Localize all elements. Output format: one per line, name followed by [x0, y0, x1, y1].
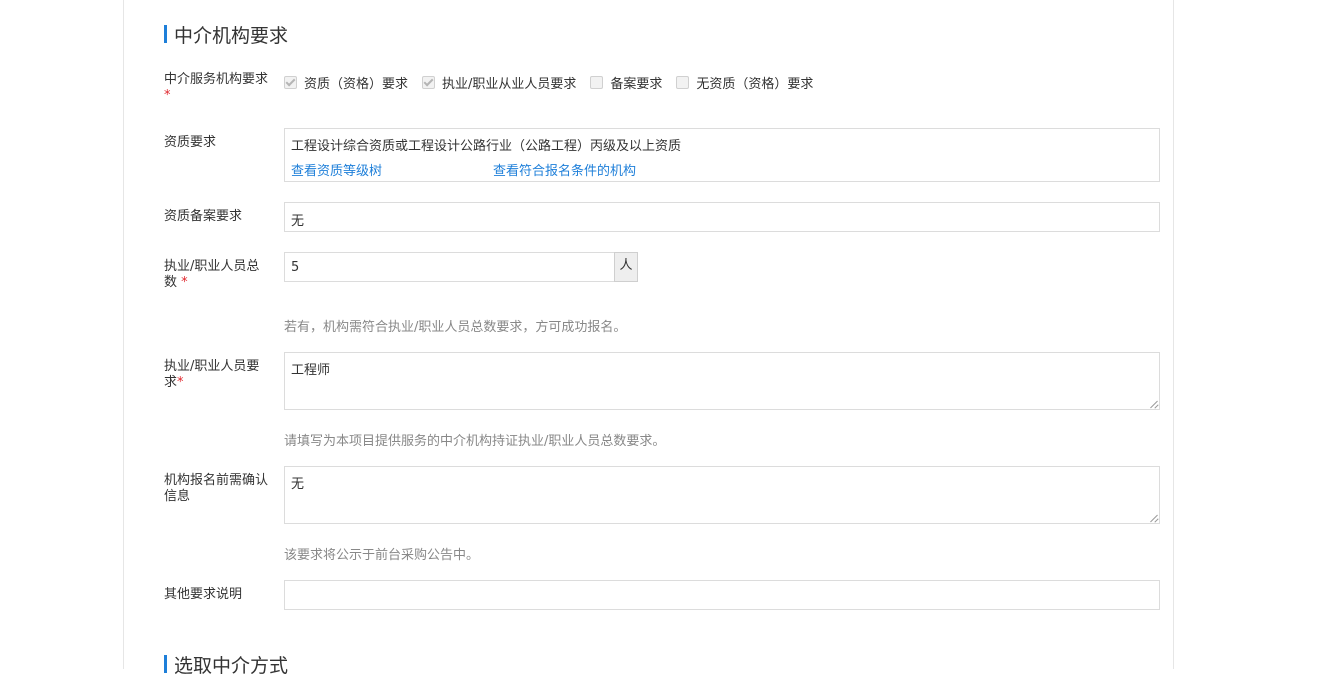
checkbox-qualification[interactable]: 资质（资格）要求	[284, 73, 408, 92]
staff-requirement-textarea[interactable]: 工程师	[284, 352, 1160, 410]
resize-handle-icon[interactable]	[1150, 400, 1158, 408]
qualification-label: 资质要求	[164, 135, 217, 150]
section-title-bar	[164, 25, 167, 43]
staff-requirement-hint: 请填写为本项目提供服务的中介机构持证执业/职业人员总数要求。	[284, 434, 666, 449]
section-title-text: 中介机构要求	[174, 24, 289, 47]
form-panel	[123, 0, 1174, 669]
staff-requirement-label: 执业/职业人员要求*	[164, 359, 260, 390]
view-eligible-orgs-link[interactable]: 查看符合报名条件的机构	[493, 160, 636, 179]
service-requirement-checkboxes: 资质（资格）要求 执业/职业从业人员要求 备案要求 无资质（资格）要求	[284, 73, 827, 92]
checkbox-unchecked-icon[interactable]	[676, 75, 690, 89]
checkbox-checked-icon[interactable]	[422, 75, 436, 89]
staff-requirement-value: 工程师	[291, 363, 331, 378]
required-mark: *	[181, 275, 188, 290]
staff-total-input[interactable]: 5	[284, 252, 615, 282]
section-title-bar	[164, 655, 167, 673]
filing-value: 无	[291, 214, 305, 229]
confirm-info-value: 无	[291, 477, 305, 492]
confirm-info-hint: 该要求将公示于前台采购公告中。	[284, 548, 480, 563]
required-mark: *	[164, 88, 171, 103]
checkbox-label: 资质（资格）要求	[304, 76, 409, 92]
checkbox-label: 备案要求	[610, 76, 663, 92]
checkbox-no-qualification[interactable]: 无资质（资格）要求	[676, 73, 813, 92]
other-input[interactable]	[284, 580, 1160, 610]
next-section-title: 选取中介方式	[164, 652, 289, 677]
checkbox-label: 无资质（资格）要求	[696, 76, 814, 92]
confirm-info-textarea[interactable]: 无	[284, 466, 1160, 524]
section-title: 中介机构要求	[164, 22, 289, 47]
filing-label: 资质备案要求	[164, 209, 243, 224]
checkbox-filing[interactable]: 备案要求	[590, 73, 662, 92]
checkbox-staff[interactable]: 执业/职业从业人员要求	[422, 73, 576, 92]
resize-handle-icon[interactable]	[1150, 514, 1158, 522]
staff-total-hint: 若有，机构需符合执业/职业人员总数要求，方可成功报名。	[284, 320, 627, 335]
service-requirement-label: 中介服务机构要求*	[164, 72, 269, 103]
confirm-info-label: 机构报名前需确认信息	[164, 473, 269, 504]
other-label: 其他要求说明	[164, 587, 243, 602]
view-qualification-tree-link[interactable]: 查看资质等级树	[291, 160, 382, 179]
staff-total-label: 执业/职业人员总数 *	[164, 259, 260, 290]
staff-total-value: 5	[291, 260, 300, 275]
checkbox-label: 执业/职业从业人员要求	[442, 76, 577, 92]
filing-input[interactable]: 无	[284, 202, 1160, 232]
checkbox-unchecked-icon[interactable]	[590, 75, 604, 89]
staff-total-unit: 人	[614, 252, 638, 282]
qualification-value: 工程设计综合资质或工程设计公路行业（公路工程）丙级及以上资质	[291, 139, 682, 154]
qualification-field: 工程设计综合资质或工程设计公路行业（公路工程）丙级及以上资质 查看资质等级树 查…	[284, 128, 1160, 182]
next-section-title-text: 选取中介方式	[174, 654, 289, 677]
required-mark: *	[177, 375, 184, 390]
checkbox-checked-icon[interactable]	[284, 75, 297, 89]
